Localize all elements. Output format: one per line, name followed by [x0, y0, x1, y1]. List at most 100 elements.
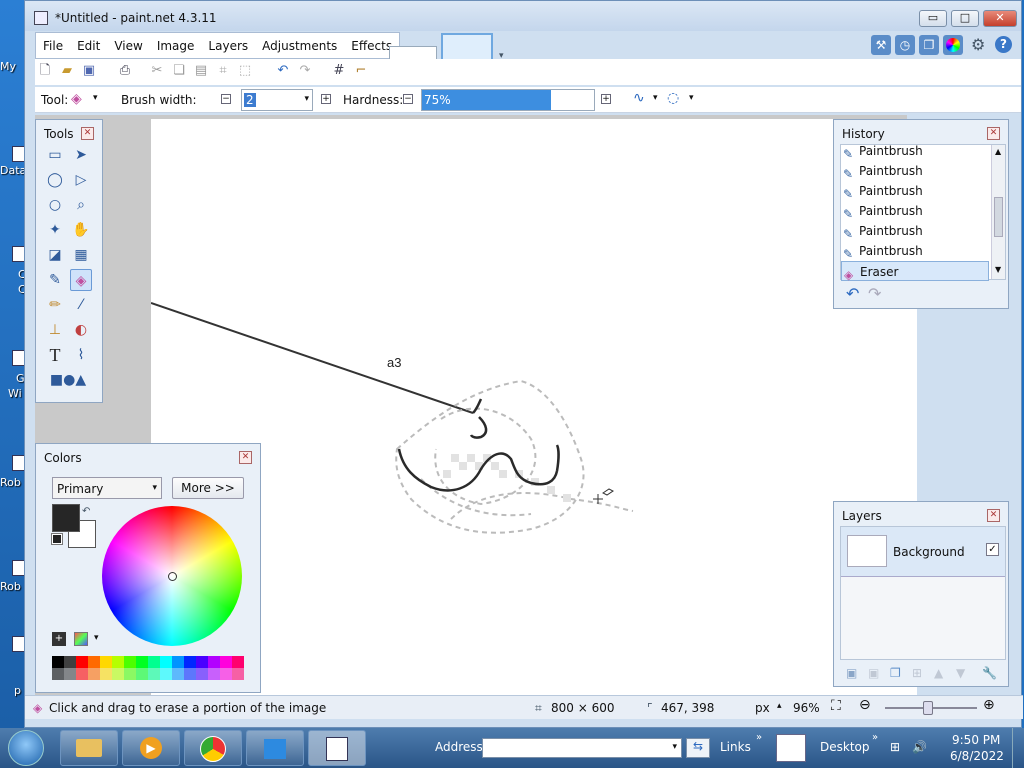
clone-stamp-icon[interactable]: ⊥ — [44, 319, 66, 341]
palette-swatch[interactable] — [76, 668, 88, 680]
taskbar-windows-button[interactable] — [246, 730, 304, 766]
history-undo-icon[interactable]: ↶ — [846, 284, 859, 303]
units-dropdown-icon[interactable]: ▴ — [777, 701, 782, 711]
eraser-icon[interactable]: ◈ — [70, 269, 92, 291]
palette-swatch[interactable] — [52, 656, 64, 668]
brush-width-input[interactable]: 2 ▾ — [241, 89, 313, 111]
duplicate-layer-icon[interactable]: ❐ — [890, 666, 901, 680]
palette-swatch[interactable] — [184, 656, 196, 668]
volume-icon[interactable]: 🔊 — [912, 740, 927, 754]
deselect-icon[interactable]: ⬚ — [237, 63, 253, 79]
scroll-down-icon[interactable]: ▼ — [995, 265, 1001, 274]
palette-swatch[interactable] — [112, 668, 124, 680]
minimize-button[interactable]: ▭ — [919, 10, 947, 27]
palette-swatch[interactable] — [100, 668, 112, 680]
history-item-eraser[interactable]: ◈ Eraser — [841, 261, 989, 282]
history-scrollbar[interactable]: ▲ ▼ — [991, 145, 1005, 279]
units-selector[interactable]: px — [755, 701, 770, 715]
pencil-icon[interactable]: ✏ — [44, 294, 66, 316]
color-picker-icon[interactable]: ⁄ — [70, 294, 92, 316]
menu-view[interactable]: View — [107, 33, 149, 58]
address-input[interactable]: ▾ — [482, 738, 682, 758]
zoom-in-icon[interactable]: ⊕ — [983, 697, 995, 713]
show-desktop-button[interactable] — [1012, 728, 1024, 768]
grid-icon[interactable]: # — [331, 63, 347, 79]
tool-dropdown-icon[interactable]: ▾ — [93, 93, 98, 103]
blend-mode-icon[interactable]: ◌ — [667, 90, 679, 106]
taskbar-chrome-button[interactable] — [184, 730, 242, 766]
brush-width-dropdown-icon[interactable]: ▾ — [304, 94, 309, 104]
pinned-paint-icon[interactable] — [776, 734, 806, 762]
palette-swatch[interactable] — [148, 656, 160, 668]
hardness-decrease-button[interactable]: − — [403, 94, 413, 104]
layer-visibility-checkbox[interactable]: ✓ — [986, 543, 999, 556]
move-layer-down-icon[interactable]: ▼ — [956, 666, 965, 680]
network-icon[interactable]: ⊞ — [890, 740, 900, 754]
clock-date[interactable]: 6/8/2022 — [950, 749, 1004, 763]
history-item-paintbrush[interactable]: ✎ Paintbrush — [841, 201, 989, 221]
palette-swatch[interactable] — [220, 668, 232, 680]
address-dropdown-icon[interactable]: ▾ — [672, 742, 677, 752]
palette-swatch[interactable] — [136, 668, 148, 680]
paste-icon[interactable]: ▤ — [193, 63, 209, 79]
palette-menu-icon[interactable] — [74, 632, 88, 646]
links-chevron-icon[interactable]: » — [756, 732, 762, 743]
desktop-chevron-icon[interactable]: » — [872, 732, 878, 743]
history-item-paintbrush[interactable]: ✎ Paintbrush — [841, 141, 989, 161]
links-label[interactable]: Links — [720, 740, 751, 754]
zoom-icon[interactable]: ⌕ — [70, 194, 92, 216]
settings-gear-icon[interactable]: ⚙ — [971, 35, 985, 54]
menu-edit[interactable]: Edit — [70, 33, 107, 58]
zoom-slider-thumb[interactable] — [923, 701, 933, 715]
image-canvas[interactable]: a3 — [150, 119, 917, 695]
layer-row-background[interactable]: Background ✓ — [841, 527, 1005, 577]
layers-window-toggle-icon[interactable]: ❐ — [919, 35, 939, 55]
colors-window-toggle-icon[interactable] — [943, 35, 963, 55]
desktop-toolbar-label[interactable]: Desktop — [820, 740, 870, 754]
merge-layer-icon[interactable]: ⊞ — [912, 666, 922, 680]
primary-color-swatch[interactable] — [52, 504, 80, 532]
pan-icon[interactable]: ✋ — [70, 219, 92, 241]
redo-icon[interactable]: ↷ — [297, 63, 313, 79]
menu-image[interactable]: Image — [150, 33, 202, 58]
palette-swatch[interactable] — [160, 656, 172, 668]
palette-swatch[interactable] — [64, 668, 76, 680]
save-icon[interactable]: ▣ — [81, 63, 97, 79]
palette-swatch[interactable] — [112, 656, 124, 668]
palette-swatch[interactable] — [64, 656, 76, 668]
open-icon[interactable]: ▰ — [59, 63, 75, 79]
close-button[interactable]: ✕ — [983, 10, 1017, 27]
palette-swatch[interactable] — [124, 668, 136, 680]
move-selection-icon[interactable]: ➤ — [70, 144, 92, 166]
move-layer-up-icon[interactable]: ▲ — [934, 666, 943, 680]
move-selected-icon[interactable]: ▷ — [70, 169, 92, 191]
brush-width-decrease-button[interactable]: − — [221, 94, 231, 104]
history-window-toggle-icon[interactable]: ◷ — [895, 35, 915, 55]
palette-swatch[interactable] — [160, 668, 172, 680]
brush-width-increase-button[interactable]: + — [321, 94, 331, 104]
layers-panel-close-button[interactable]: ✕ — [987, 509, 1000, 522]
palette-swatch[interactable] — [208, 656, 220, 668]
add-to-palette-icon[interactable]: + — [52, 632, 66, 646]
palette-swatch[interactable] — [88, 656, 100, 668]
line-curve-icon[interactable]: ⌇ — [70, 344, 92, 366]
menu-file[interactable]: File — [36, 33, 70, 58]
palette-swatch[interactable] — [148, 668, 160, 680]
history-panel-close-button[interactable]: ✕ — [987, 127, 1000, 140]
magic-wand-icon[interactable]: ✦ — [44, 219, 66, 241]
gradient-icon[interactable]: ▦ — [70, 244, 92, 266]
palette-swatch[interactable] — [196, 668, 208, 680]
antialiasing-icon[interactable]: ∿ — [633, 90, 645, 106]
history-item-paintbrush[interactable]: ✎ Paintbrush — [841, 221, 989, 241]
more-colors-button[interactable]: More >> — [172, 477, 244, 499]
history-item-paintbrush[interactable]: ✎ Paintbrush — [841, 241, 989, 261]
scroll-up-icon[interactable]: ▲ — [995, 147, 1001, 156]
new-image-icon[interactable]: 🗋 — [37, 63, 53, 79]
history-scroll-thumb[interactable] — [994, 197, 1003, 237]
tool-selector-eraser-icon[interactable]: ◈ — [71, 91, 82, 107]
lasso-select-icon[interactable]: ◯ — [44, 169, 66, 191]
history-redo-icon[interactable]: ↷ — [868, 284, 881, 303]
color-palette[interactable] — [52, 656, 244, 680]
palette-swatch[interactable] — [100, 656, 112, 668]
zoom-level[interactable]: 96% — [793, 701, 820, 715]
